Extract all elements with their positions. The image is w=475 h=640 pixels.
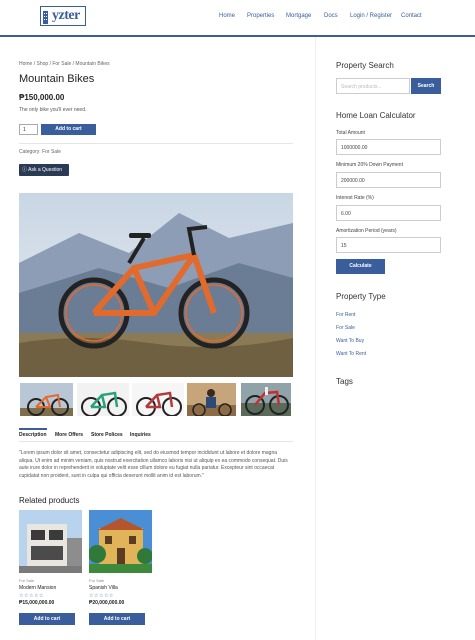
product-price: ₱150,000.00 [19,93,65,102]
rating-stars: ☆☆☆☆☆ [89,593,114,599]
add-to-cart-button[interactable]: Add to cart [41,124,96,135]
building-icon [41,8,55,25]
ask-question-label: Ask a Question [28,167,63,173]
property-type-heading: Property Type [336,292,386,301]
divider [19,143,293,144]
down-payment-input[interactable]: 200000.00 [336,172,441,188]
related-name[interactable]: Spanish Villa [89,585,118,591]
property-type-link[interactable]: Want To Buy [336,338,364,344]
search-input[interactable]: Search products... [336,78,410,94]
site-header: yzter Home Properties Mortgage Docs Logi… [0,0,475,37]
related-price: ₱20,000,000.00 [89,600,125,606]
description-text: "Lorem ipsum dolor sit amet, consectetur… [19,450,288,479]
interest-rate-input[interactable]: 6.00 [336,205,441,221]
tab-store-polices[interactable]: Store Polices [91,432,123,438]
related-add-to-cart-button[interactable]: Add to cart [19,613,75,625]
product-short-description: The only bike you'll ever need. [19,107,87,113]
related-product-image[interactable] [89,510,152,573]
related-name[interactable]: Modern Mansion [19,585,56,591]
property-search-heading: Property Search [336,61,394,70]
related-add-to-cart-button[interactable]: Add to cart [89,613,145,625]
amortization-period-input[interactable]: 15 [336,237,441,253]
tab-inquiries[interactable]: Inquiries [130,432,151,438]
ask-question-button[interactable]: ⓘ Ask a Question [19,164,69,176]
tabs-divider [19,441,293,442]
total-amount-label: Total Amount [336,130,365,136]
tab-more-offers[interactable]: More Offers [55,432,83,438]
interest-rate-label: Interest Rate (%) [336,195,374,201]
search-button[interactable]: Search [411,78,441,94]
product-thumbnail[interactable] [19,382,74,417]
amortization-period-label: Amortization Period (years) [336,228,397,234]
product-category[interactable]: Category: For Sale [19,149,61,155]
nav-mortgage[interactable]: Mortgage [286,13,311,19]
nav-login-register[interactable]: Login / Register [350,13,392,19]
calculate-button[interactable]: Calculate [336,259,385,274]
product-thumbnail[interactable] [76,382,130,417]
loan-calculator-heading: Home Loan Calculator [336,111,416,120]
nav-properties[interactable]: Properties [247,13,274,19]
nav-home[interactable]: Home [219,13,235,19]
tags-heading: Tags [336,377,353,386]
related-product-image[interactable] [19,510,82,573]
product-title: Mountain Bikes [19,73,95,85]
nav-docs[interactable]: Docs [324,13,338,19]
product-thumbnail[interactable] [240,382,292,417]
related-category[interactable]: For Sale [89,578,104,583]
related-price: ₱15,000,000.00 [19,600,55,606]
rating-stars: ☆☆☆☆☆ [19,593,44,599]
logo-text: yzter [52,8,80,23]
property-type-link[interactable]: Want To Rent [336,351,366,357]
question-icon: ⓘ [22,167,28,173]
product-main-image[interactable] [19,193,293,377]
site-logo[interactable]: yzter [40,6,86,26]
property-type-link[interactable]: For Sale [336,325,355,331]
tab-description[interactable]: Description [19,432,47,438]
breadcrumb[interactable]: Home / Shop / For Sale / Mountain Bikes [19,61,110,67]
column-divider [315,37,316,640]
property-type-link[interactable]: For Rent [336,312,355,318]
nav-contact[interactable]: Contact [401,13,422,19]
total-amount-input[interactable]: 1000000.00 [336,139,441,155]
down-payment-label: Minimum 20% Down Payment [336,162,403,168]
related-category[interactable]: For Sale [19,578,34,583]
product-thumbnail[interactable] [186,382,237,417]
related-heading: Related products [19,496,80,505]
quantity-input[interactable]: 1 [19,124,38,135]
active-tab-indicator [19,428,47,430]
product-thumbnail[interactable] [131,382,185,417]
